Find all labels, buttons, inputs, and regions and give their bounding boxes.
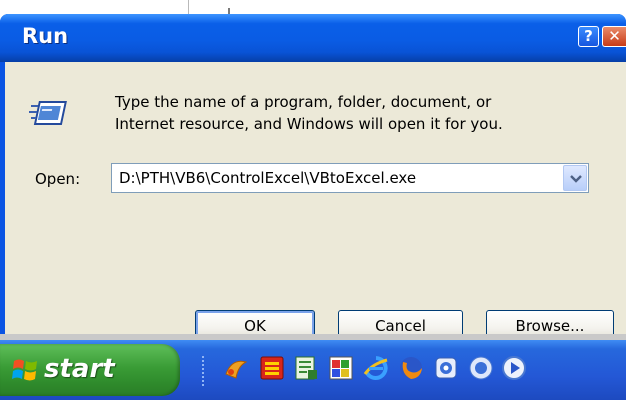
open-combobox[interactable]: D:\PTH\VB6\ControlExcel\VBtoExcel.exe [111, 163, 589, 193]
internet-explorer-icon[interactable] [362, 354, 390, 382]
settings-icon[interactable] [432, 354, 460, 382]
chevron-down-icon [570, 175, 582, 183]
description-text: Type the name of a program, folder, docu… [115, 91, 503, 135]
quick-launch-separator [202, 356, 204, 386]
description-line-2: Internet resource, and Windows will open… [115, 115, 503, 133]
title-bar[interactable]: Run ? ✕ [0, 14, 626, 62]
taskbar: start [0, 340, 626, 400]
document-icon[interactable] [292, 354, 320, 382]
window-title: Run [22, 24, 69, 48]
firefox-icon[interactable] [397, 354, 425, 382]
close-button[interactable]: ✕ [602, 26, 626, 47]
dialog-body: Type the name of a program, folder, docu… [5, 62, 626, 343]
background-line [188, 0, 189, 14]
play-icon[interactable] [500, 354, 528, 382]
help-button[interactable]: ? [578, 26, 599, 47]
description-line-1: Type the name of a program, folder, docu… [115, 93, 492, 111]
paint-icon[interactable] [327, 354, 355, 382]
media-player-icon[interactable] [467, 354, 495, 382]
run-dialog: Run ? ✕ Type the name of a program, fold… [0, 14, 626, 348]
run-icon [29, 101, 67, 125]
start-button[interactable]: start [0, 344, 180, 396]
app-icon[interactable] [222, 354, 250, 382]
open-label: Open: [35, 170, 81, 188]
open-dropdown-button[interactable] [563, 165, 587, 191]
open-input[interactable]: D:\PTH\VB6\ControlExcel\VBtoExcel.exe [119, 169, 416, 187]
windows-logo-icon [12, 359, 37, 381]
media-icon[interactable] [258, 354, 286, 382]
start-label: start [44, 354, 115, 384]
